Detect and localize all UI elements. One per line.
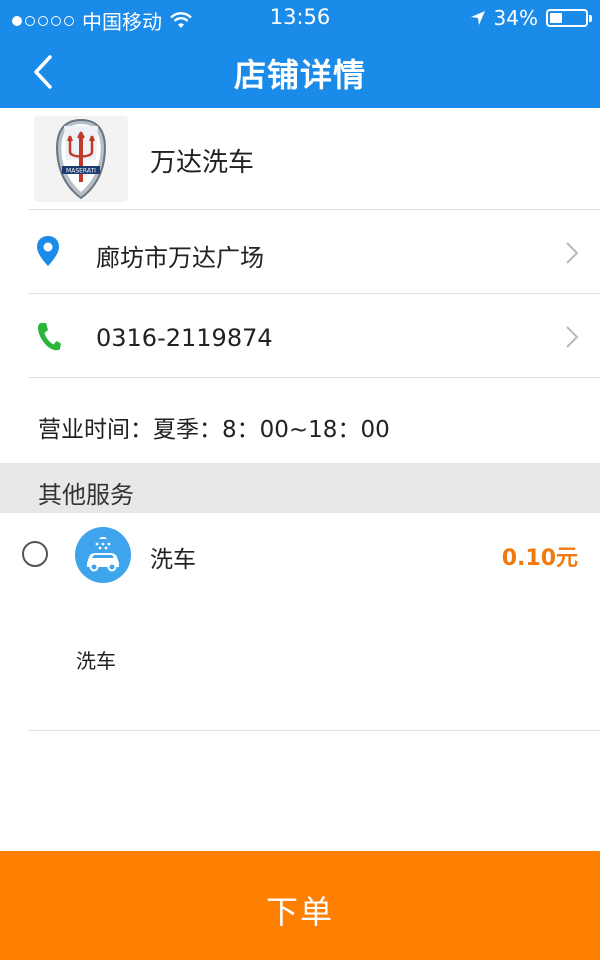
- service-select-radio[interactable]: [22, 541, 48, 567]
- phone-text: 0316-2119874: [96, 324, 273, 352]
- service-name: 洗车: [150, 547, 196, 573]
- location-arrow-icon: [470, 11, 485, 25]
- battery-percent: 34%: [493, 6, 538, 30]
- divider: [28, 730, 600, 731]
- order-button-label: 下单: [265, 893, 334, 931]
- logo-text: MASERATI: [66, 168, 96, 175]
- phone-row[interactable]: 0316-2119874: [0, 294, 600, 378]
- section-title: 其他服务: [38, 481, 134, 509]
- shop-name: 万达洗车: [150, 148, 255, 178]
- status-bar: 中国移动 13:56 34%: [0, 0, 600, 36]
- location-pin-icon: [37, 236, 59, 266]
- status-right: 34%: [470, 6, 592, 30]
- service-description: 洗车: [76, 649, 116, 673]
- car-wash-icon: [75, 527, 131, 583]
- chevron-right-icon: [566, 242, 579, 264]
- order-button[interactable]: 下单: [0, 851, 600, 960]
- business-hours: 营业时间：夏季：8：00~18：00: [38, 417, 390, 443]
- section-header: 其他服务: [0, 463, 600, 513]
- chevron-right-icon: [566, 326, 579, 348]
- phone-icon: [38, 323, 61, 351]
- page-title: 店铺详情: [233, 56, 366, 94]
- nav-bar: 店铺详情: [0, 36, 600, 108]
- shop-logo: MASERATI: [34, 116, 128, 202]
- divider: [28, 377, 600, 378]
- service-price: 0.10元: [501, 546, 578, 571]
- address-row[interactable]: 廊坊市万达广场: [0, 210, 600, 294]
- address-text: 廊坊市万达广场: [96, 244, 264, 272]
- header-bar: 中国移动 13:56 34% 店铺详情: [0, 0, 600, 108]
- battery-icon: [546, 9, 592, 27]
- maserati-logo-icon: MASERATI: [56, 118, 106, 200]
